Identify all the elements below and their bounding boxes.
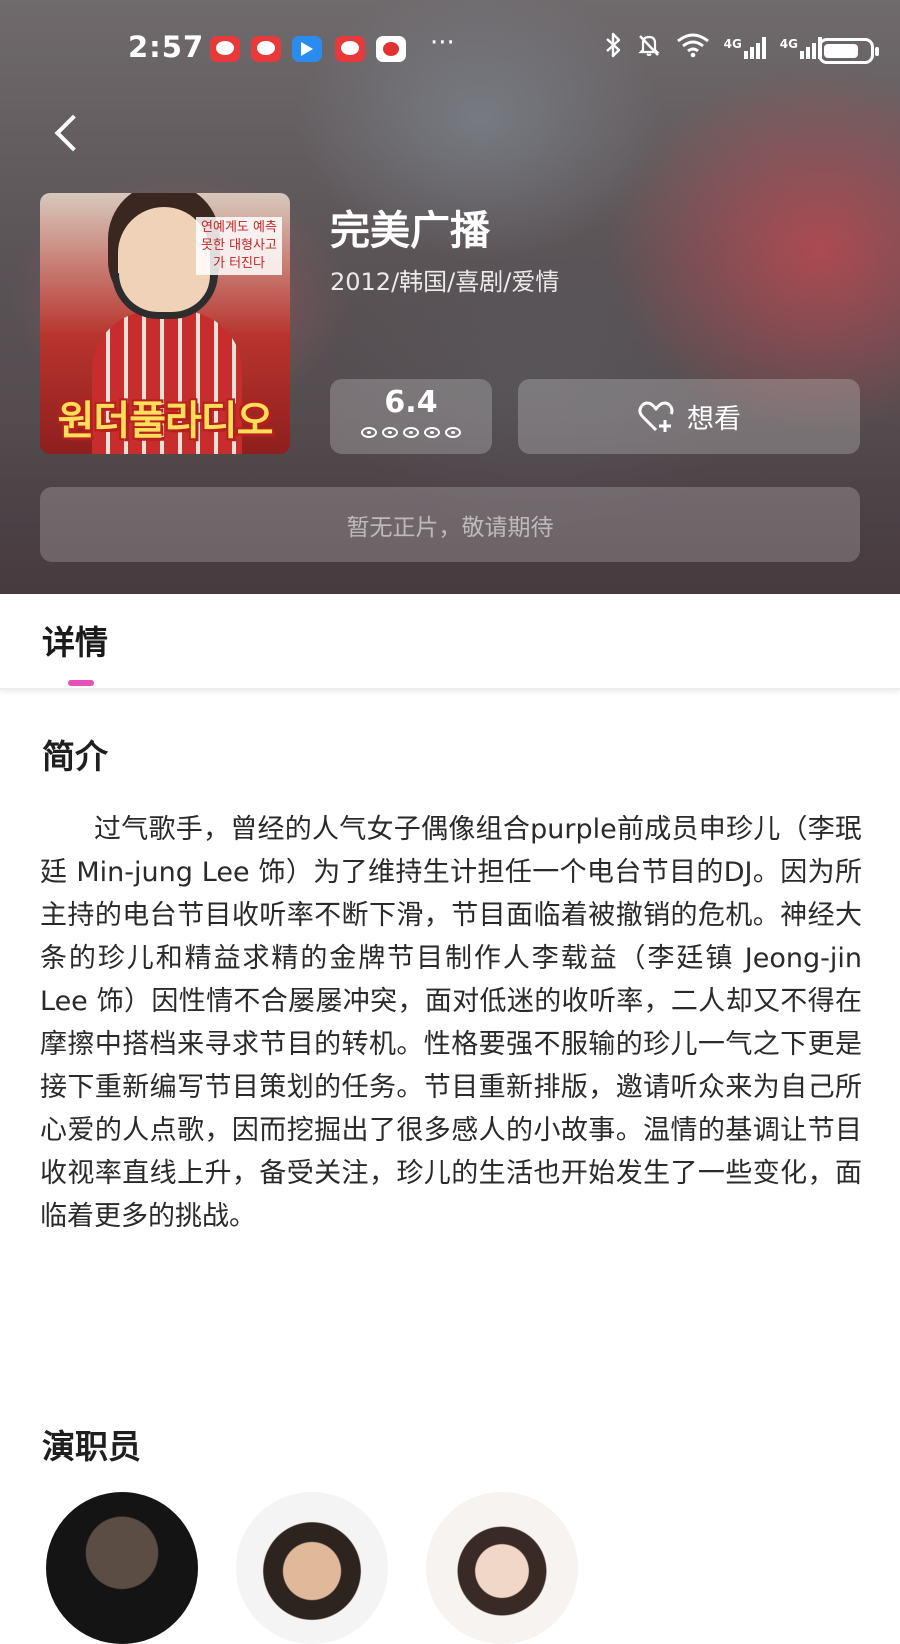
want-to-watch-label: 想看 — [687, 404, 741, 435]
cast-avatar[interactable] — [426, 1492, 578, 1644]
app-notification-icon — [251, 36, 281, 62]
poster-title: 원더풀라디오 — [57, 398, 274, 444]
cast-heading: 演职员 — [42, 1427, 141, 1466]
status-bar: 2:57 ··· 4G 4G — [0, 24, 900, 72]
tab-bar: 详情 — [0, 594, 900, 690]
synopsis-text: 过气歌手，曾经的人气女子偶像组合purple前成员申珍儿（李珉廷 Min-jun… — [40, 814, 862, 1232]
battery-icon — [818, 38, 879, 64]
system-icons: 4G 4G — [604, 32, 822, 64]
headphones-icon — [112, 273, 218, 319]
want-to-watch-button[interactable]: 想看 — [518, 379, 860, 454]
rating-box: 6.4 — [330, 379, 492, 454]
movie-header: 2:57 ··· 4G 4G 연예계도 예측 못한 대형사고가 터진다 원더풀라… — [0, 0, 900, 594]
cast-avatar[interactable] — [236, 1492, 388, 1644]
no-video-notice-text: 暂无正片，敬请期待 — [346, 514, 554, 541]
movie-meta: 2012/韩国/喜剧/爱情 — [330, 268, 560, 296]
signal-icon: 4G — [780, 37, 822, 59]
network-type-label: 4G — [723, 37, 742, 51]
app-notification-icon — [210, 36, 240, 62]
bluetooth-icon — [604, 32, 622, 64]
cast-avatar[interactable] — [46, 1492, 198, 1644]
heart-plus-icon — [638, 401, 674, 432]
sina-notification-icon — [376, 36, 406, 62]
mute-icon — [636, 32, 662, 64]
tab-active-indicator — [68, 680, 94, 686]
tab-detail[interactable]: 详情 — [42, 616, 108, 664]
app-notification-icon — [335, 36, 365, 62]
back-button[interactable] — [48, 108, 98, 158]
synopsis-heading: 简介 — [42, 737, 108, 776]
app-notification-icon — [292, 36, 322, 62]
poster-tagline: 연예계도 예측 못한 대형사고가 터진다 — [196, 217, 282, 275]
movie-poster: 연예계도 예측 못한 대형사고가 터진다 원더풀라디오 — [40, 193, 290, 454]
signal-icon: 4G — [724, 37, 766, 59]
no-video-notice: 暂无正片，敬请期待 — [40, 487, 860, 562]
movie-title: 完美广播 — [330, 208, 490, 254]
wifi-icon — [676, 32, 710, 64]
rating-eyes-icon — [330, 427, 492, 438]
rating-score: 6.4 — [384, 385, 438, 420]
more-notifications-icon: ··· — [430, 28, 455, 58]
network-type-label: 4G — [779, 37, 798, 51]
status-time: 2:57 — [128, 30, 205, 64]
